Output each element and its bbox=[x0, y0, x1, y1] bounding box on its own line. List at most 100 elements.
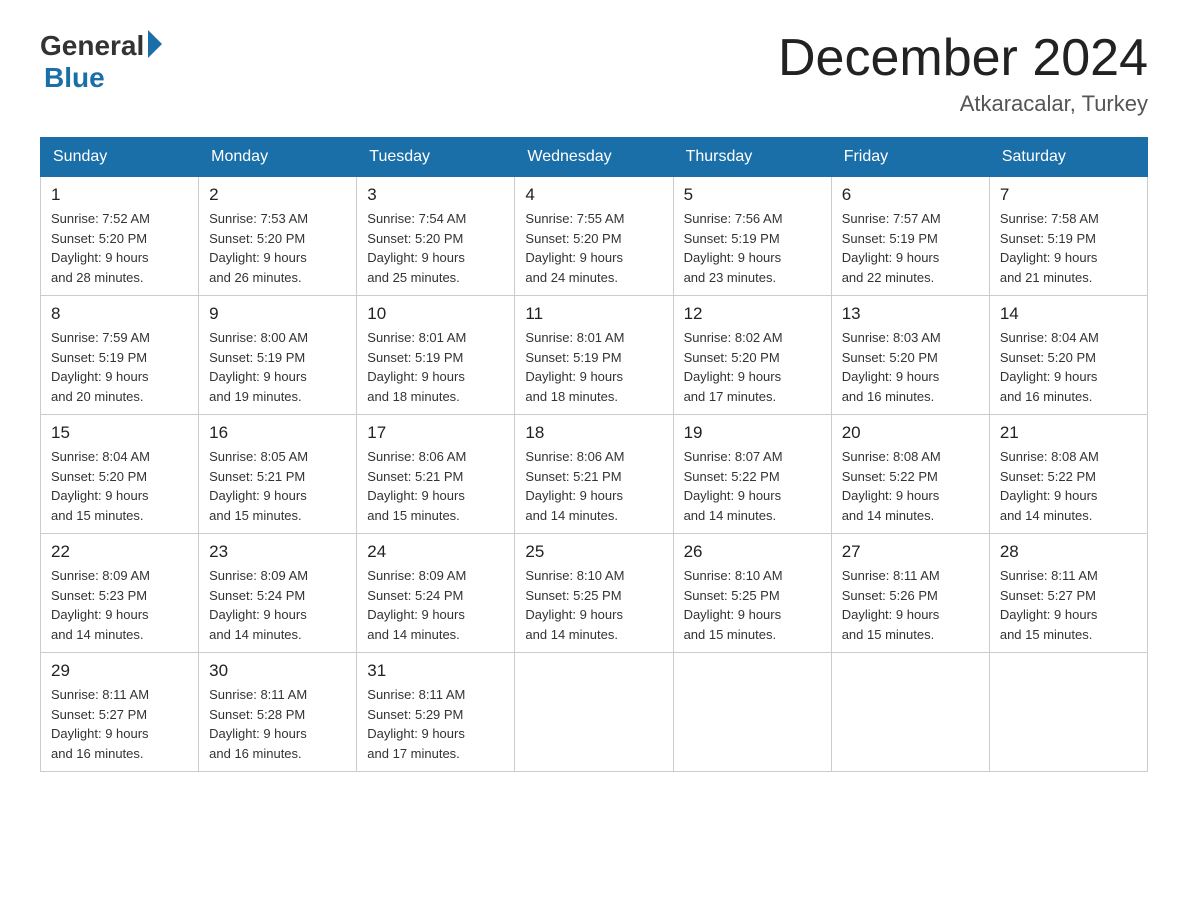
column-header-wednesday: Wednesday bbox=[515, 138, 673, 177]
day-number: 13 bbox=[842, 304, 979, 324]
day-number: 11 bbox=[525, 304, 662, 324]
day-number: 12 bbox=[684, 304, 821, 324]
calendar-week-row: 8 Sunrise: 7:59 AMSunset: 5:19 PMDaylight… bbox=[41, 296, 1148, 415]
calendar-cell: 6 Sunrise: 7:57 AMSunset: 5:19 PMDaylight… bbox=[831, 177, 989, 296]
day-number: 29 bbox=[51, 661, 188, 681]
day-number: 27 bbox=[842, 542, 979, 562]
calendar-cell: 12 Sunrise: 8:02 AMSunset: 5:20 PMDayligh… bbox=[673, 296, 831, 415]
day-number: 20 bbox=[842, 423, 979, 443]
day-number: 16 bbox=[209, 423, 346, 443]
calendar-cell: 16 Sunrise: 8:05 AMSunset: 5:21 PMDayligh… bbox=[199, 415, 357, 534]
day-number: 1 bbox=[51, 185, 188, 205]
calendar-cell: 21Sunrise: 8:08 AMSunset: 5:22 PMDayligh… bbox=[989, 415, 1147, 534]
column-header-friday: Friday bbox=[831, 138, 989, 177]
day-info: Sunrise: 7:57 AMSunset: 5:19 PMDaylight:… bbox=[842, 209, 979, 287]
day-info: Sunrise: 7:59 AMSunset: 5:19 PMDaylight:… bbox=[51, 328, 188, 406]
day-info: Sunrise: 7:56 AMSunset: 5:19 PMDaylight:… bbox=[684, 209, 821, 287]
day-info: Sunrise: 8:11 AMSunset: 5:26 PMDaylight:… bbox=[842, 566, 979, 644]
day-number: 5 bbox=[684, 185, 821, 205]
day-info: Sunrise: 8:10 AMSunset: 5:25 PMDaylight:… bbox=[525, 566, 662, 644]
column-header-thursday: Thursday bbox=[673, 138, 831, 177]
day-number: 22 bbox=[51, 542, 188, 562]
column-header-monday: Monday bbox=[199, 138, 357, 177]
column-header-saturday: Saturday bbox=[989, 138, 1147, 177]
day-info: Sunrise: 7:58 AMSunset: 5:19 PMDaylight:… bbox=[1000, 209, 1137, 287]
day-number: 14 bbox=[1000, 304, 1137, 324]
day-info: Sunrise: 7:55 AMSunset: 5:20 PMDaylight:… bbox=[525, 209, 662, 287]
page-header: General Blue December 2024 Atkaracalar, … bbox=[40, 30, 1148, 117]
day-info: Sunrise: 8:08 AMSunset: 5:22 PMDaylight:… bbox=[1000, 447, 1137, 525]
calendar-cell: 8 Sunrise: 7:59 AMSunset: 5:19 PMDaylight… bbox=[41, 296, 199, 415]
day-info: Sunrise: 8:11 AMSunset: 5:27 PMDaylight:… bbox=[51, 685, 188, 763]
day-info: Sunrise: 8:05 AMSunset: 5:21 PMDaylight:… bbox=[209, 447, 346, 525]
day-number: 2 bbox=[209, 185, 346, 205]
calendar-cell: 15 Sunrise: 8:04 AMSunset: 5:20 PMDayligh… bbox=[41, 415, 199, 534]
day-number: 18 bbox=[525, 423, 662, 443]
calendar-cell: 11 Sunrise: 8:01 AMSunset: 5:19 PMDayligh… bbox=[515, 296, 673, 415]
location-text: Atkaracalar, Turkey bbox=[778, 91, 1148, 117]
day-info: Sunrise: 8:08 AMSunset: 5:22 PMDaylight:… bbox=[842, 447, 979, 525]
calendar-week-row: 29 Sunrise: 8:11 AMSunset: 5:27 PMDayligh… bbox=[41, 653, 1148, 772]
calendar-cell: 1 Sunrise: 7:52 AMSunset: 5:20 PMDaylight… bbox=[41, 177, 199, 296]
calendar-cell: 10Sunrise: 8:01 AMSunset: 5:19 PMDayligh… bbox=[357, 296, 515, 415]
day-number: 24 bbox=[367, 542, 504, 562]
calendar-cell: 4 Sunrise: 7:55 AMSunset: 5:20 PMDaylight… bbox=[515, 177, 673, 296]
day-number: 7 bbox=[1000, 185, 1137, 205]
calendar-cell: 25 Sunrise: 8:10 AMSunset: 5:25 PMDayligh… bbox=[515, 534, 673, 653]
calendar-cell: 30Sunrise: 8:11 AMSunset: 5:28 PMDayligh… bbox=[199, 653, 357, 772]
day-number: 19 bbox=[684, 423, 821, 443]
day-info: Sunrise: 8:10 AMSunset: 5:25 PMDaylight:… bbox=[684, 566, 821, 644]
calendar-week-row: 1 Sunrise: 7:52 AMSunset: 5:20 PMDaylight… bbox=[41, 177, 1148, 296]
day-info: Sunrise: 8:03 AMSunset: 5:20 PMDaylight:… bbox=[842, 328, 979, 406]
day-number: 17 bbox=[367, 423, 504, 443]
day-number: 23 bbox=[209, 542, 346, 562]
calendar-cell: 31Sunrise: 8:11 AMSunset: 5:29 PMDayligh… bbox=[357, 653, 515, 772]
logo-arrow-icon bbox=[148, 30, 162, 58]
day-number: 9 bbox=[209, 304, 346, 324]
calendar-cell: 29 Sunrise: 8:11 AMSunset: 5:27 PMDayligh… bbox=[41, 653, 199, 772]
calendar-cell: 22 Sunrise: 8:09 AMSunset: 5:23 PMDayligh… bbox=[41, 534, 199, 653]
calendar-cell: 7 Sunrise: 7:58 AMSunset: 5:19 PMDaylight… bbox=[989, 177, 1147, 296]
day-number: 25 bbox=[525, 542, 662, 562]
day-number: 28 bbox=[1000, 542, 1137, 562]
calendar-cell: 13 Sunrise: 8:03 AMSunset: 5:20 PMDayligh… bbox=[831, 296, 989, 415]
day-info: Sunrise: 8:11 AMSunset: 5:27 PMDaylight:… bbox=[1000, 566, 1137, 644]
day-info: Sunrise: 7:53 AMSunset: 5:20 PMDaylight:… bbox=[209, 209, 346, 287]
day-info: Sunrise: 8:06 AMSunset: 5:21 PMDaylight:… bbox=[367, 447, 504, 525]
day-info: Sunrise: 8:02 AMSunset: 5:20 PMDaylight:… bbox=[684, 328, 821, 406]
calendar-cell: 3Sunrise: 7:54 AMSunset: 5:20 PMDaylight… bbox=[357, 177, 515, 296]
day-info: Sunrise: 8:01 AMSunset: 5:19 PMDaylight:… bbox=[525, 328, 662, 406]
day-number: 4 bbox=[525, 185, 662, 205]
day-info: Sunrise: 7:54 AMSunset: 5:20 PMDaylight:… bbox=[367, 209, 504, 287]
logo-blue-text: Blue bbox=[44, 62, 105, 93]
calendar-cell: 24Sunrise: 8:09 AMSunset: 5:24 PMDayligh… bbox=[357, 534, 515, 653]
calendar-table: SundayMondayTuesdayWednesdayThursdayFrid… bbox=[40, 137, 1148, 772]
day-number: 31 bbox=[367, 661, 504, 681]
calendar-cell: 14 Sunrise: 8:04 AMSunset: 5:20 PMDayligh… bbox=[989, 296, 1147, 415]
month-title: December 2024 bbox=[778, 30, 1148, 87]
calendar-cell: 19Sunrise: 8:07 AMSunset: 5:22 PMDayligh… bbox=[673, 415, 831, 534]
calendar-header-row: SundayMondayTuesdayWednesdayThursdayFrid… bbox=[41, 138, 1148, 177]
logo: General Blue bbox=[40, 30, 162, 94]
day-number: 26 bbox=[684, 542, 821, 562]
calendar-cell: 26 Sunrise: 8:10 AMSunset: 5:25 PMDayligh… bbox=[673, 534, 831, 653]
day-info: Sunrise: 8:04 AMSunset: 5:20 PMDaylight:… bbox=[51, 447, 188, 525]
calendar-cell: 23Sunrise: 8:09 AMSunset: 5:24 PMDayligh… bbox=[199, 534, 357, 653]
day-info: Sunrise: 8:11 AMSunset: 5:28 PMDaylight:… bbox=[209, 685, 346, 763]
calendar-cell: 9 Sunrise: 8:00 AMSunset: 5:19 PMDaylight… bbox=[199, 296, 357, 415]
day-info: Sunrise: 8:04 AMSunset: 5:20 PMDaylight:… bbox=[1000, 328, 1137, 406]
logo-general-text: General bbox=[40, 30, 144, 62]
logo-text: General bbox=[40, 30, 162, 62]
calendar-cell bbox=[673, 653, 831, 772]
day-info: Sunrise: 8:09 AMSunset: 5:23 PMDaylight:… bbox=[51, 566, 188, 644]
day-info: Sunrise: 8:00 AMSunset: 5:19 PMDaylight:… bbox=[209, 328, 346, 406]
day-number: 15 bbox=[51, 423, 188, 443]
column-header-tuesday: Tuesday bbox=[357, 138, 515, 177]
day-number: 8 bbox=[51, 304, 188, 324]
calendar-week-row: 22 Sunrise: 8:09 AMSunset: 5:23 PMDayligh… bbox=[41, 534, 1148, 653]
day-info: Sunrise: 7:52 AMSunset: 5:20 PMDaylight:… bbox=[51, 209, 188, 287]
day-number: 6 bbox=[842, 185, 979, 205]
calendar-week-row: 15 Sunrise: 8:04 AMSunset: 5:20 PMDayligh… bbox=[41, 415, 1148, 534]
day-info: Sunrise: 8:06 AMSunset: 5:21 PMDaylight:… bbox=[525, 447, 662, 525]
calendar-cell: 27 Sunrise: 8:11 AMSunset: 5:26 PMDayligh… bbox=[831, 534, 989, 653]
